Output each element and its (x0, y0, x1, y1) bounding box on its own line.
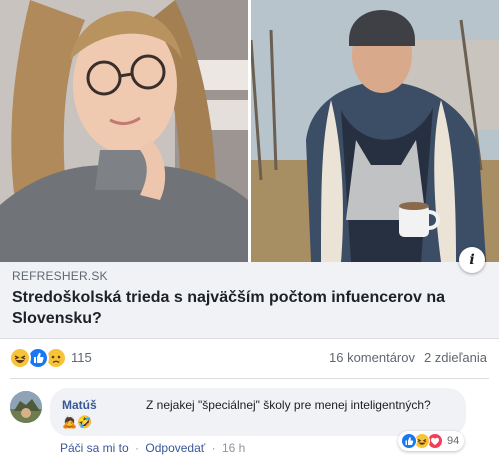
comment-bubble: Matúš Z nejakej "špeciálnej" školy pre m… (50, 388, 466, 436)
post-reactions-bar: 115 16 komentárov 2 zdieľania (0, 339, 499, 375)
comment-text: Z nejakej "špeciálnej" školy pre menej i… (146, 398, 431, 412)
link-domain: REFRESHER.SK (12, 269, 108, 283)
comment-author[interactable]: Matúš (62, 398, 97, 412)
photo-woman-with-glasses[interactable] (0, 0, 248, 262)
shares-count-link[interactable]: 2 zdieľania (424, 350, 487, 365)
comment-reactions-badge[interactable]: 94 (398, 431, 465, 451)
comment-reply-link[interactable]: Odpovedať (145, 441, 205, 455)
comment-like-link[interactable]: Páči sa mi to (60, 441, 129, 455)
info-icon[interactable]: i (459, 247, 485, 273)
comments-count-link[interactable]: 16 komentárov (329, 350, 415, 365)
photo-man-with-cup[interactable] (251, 0, 499, 262)
link-preview-images[interactable] (0, 0, 499, 262)
comment-timestamp[interactable]: 16 h (222, 441, 245, 455)
commenter-avatar[interactable] (10, 391, 42, 423)
link-preview-caption[interactable]: REFRESHER.SK Stredoškolská trieda s najv… (0, 262, 499, 339)
link-title[interactable]: Stredoškolská trieda s najväčším počtom … (12, 287, 482, 329)
like-reaction-icon (401, 433, 417, 449)
comment-emoji: 🙇🤣 (62, 415, 92, 429)
haha-reaction-icon[interactable] (9, 347, 31, 369)
separator: · (135, 441, 140, 455)
comment-reaction-count: 94 (447, 435, 460, 447)
separator: · (211, 441, 216, 455)
comment-actions: Páči sa mi to · Odpovedať · 16 h (60, 441, 248, 455)
reaction-count[interactable]: 115 (71, 350, 92, 365)
divider (10, 378, 489, 379)
